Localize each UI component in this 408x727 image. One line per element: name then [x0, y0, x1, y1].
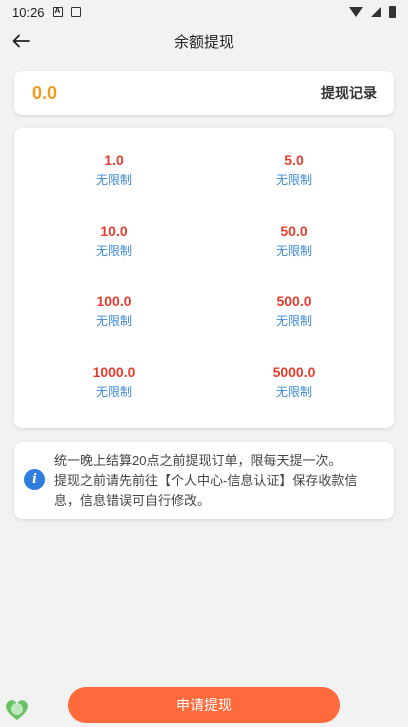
option-limit: 无限制 [275, 244, 312, 258]
notice-text: 统一晚上结算20点之前提现订单，限每天提一次。 提现之前请先前往【个人中心-信息… [54, 451, 357, 511]
arrow-left-icon [12, 34, 30, 48]
option-limit: 无限制 [95, 385, 132, 399]
app-bar: 余额提现 [0, 24, 408, 58]
withdraw-option[interactable]: 1000.0 无限制 [54, 363, 174, 400]
option-limit: 无限制 [275, 385, 312, 399]
notification-a-icon [52, 6, 63, 17]
withdraw-option[interactable]: 5.0 无限制 [234, 151, 354, 188]
notice-line: 统一晚上结算20点之前提现订单，限每天提一次。 [54, 453, 342, 468]
status-time: 10:26 [12, 4, 45, 20]
option-limit: 无限制 [95, 244, 132, 258]
option-amount: 500.0 [276, 293, 312, 309]
signal-icon [371, 7, 381, 17]
apply-withdraw-button[interactable]: 申请提现 [68, 687, 340, 723]
watermark [0, 690, 102, 727]
status-bar: 10:26 [0, 0, 408, 24]
withdraw-option[interactable]: 1.0 无限制 [54, 151, 174, 188]
page-title: 余额提现 [173, 33, 234, 51]
withdraw-option[interactable]: 5000.0 无限制 [234, 363, 354, 400]
balance-amount: 0.0 [32, 82, 58, 103]
wifi-icon [349, 7, 363, 17]
watermark-logo-icon [6, 699, 28, 720]
withdraw-option[interactable]: 50.0 无限制 [234, 222, 354, 259]
option-amount: 100.0 [96, 293, 132, 309]
notice-line: 息，信息错误可自行修改。 [54, 493, 211, 508]
option-limit: 无限制 [95, 173, 132, 187]
option-amount: 5.0 [284, 152, 304, 168]
status-right [349, 6, 396, 18]
option-amount: 50.0 [280, 223, 308, 239]
withdraw-history-link[interactable]: 提现记录 [321, 83, 377, 103]
withdraw-option[interactable]: 10.0 无限制 [54, 222, 174, 259]
option-limit: 无限制 [275, 173, 312, 187]
option-amount: 1000.0 [92, 364, 136, 380]
battery-icon [389, 6, 396, 18]
option-limit: 无限制 [275, 314, 312, 328]
notice-line: 提现之前请先前往【个人中心-信息认证】保存收款信 [54, 473, 358, 488]
balance-card: 0.0 提现记录 [14, 71, 394, 115]
status-left: 10:26 [12, 5, 81, 20]
option-amount: 5000.0 [272, 364, 316, 380]
option-amount: 10.0 [100, 223, 128, 239]
withdraw-option[interactable]: 100.0 无限制 [54, 292, 174, 329]
notification-screen-icon [70, 7, 81, 17]
withdraw-options-card: 1.0 无限制 5.0 无限制 10.0 无限制 50.0 无限制 100.0 … [14, 128, 394, 428]
notice-card: i 统一晚上结算20点之前提现订单，限每天提一次。 提现之前请先前往【个人中心-… [14, 442, 394, 519]
withdraw-option[interactable]: 500.0 无限制 [234, 292, 354, 329]
back-button[interactable] [8, 28, 34, 54]
info-icon: i [24, 469, 45, 490]
option-limit: 无限制 [95, 314, 132, 328]
option-amount: 1.0 [104, 152, 124, 168]
